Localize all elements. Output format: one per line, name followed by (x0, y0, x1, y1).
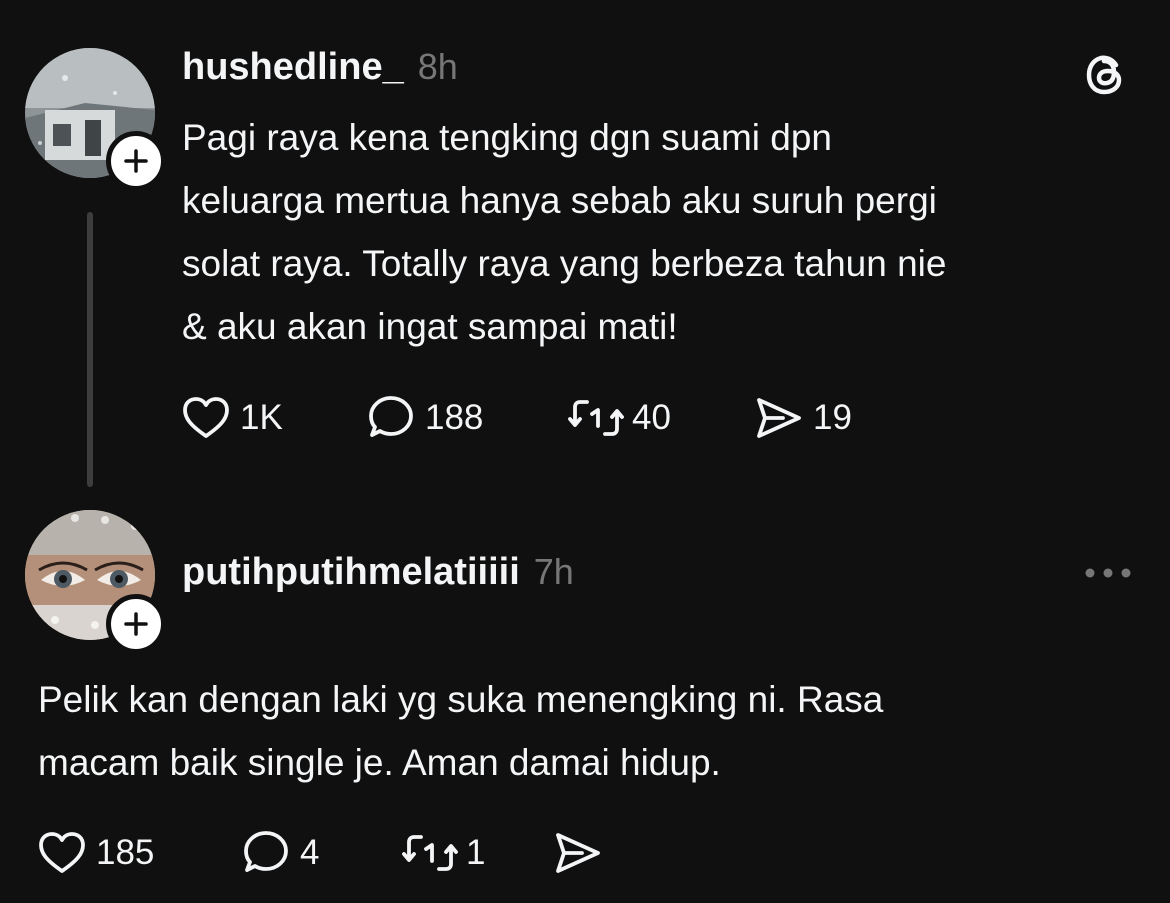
comment-icon (244, 831, 288, 872)
reply-count: 4 (300, 833, 320, 872)
share-count: 19 (813, 398, 852, 437)
post-line: & aku akan ingat sampai mati! (182, 306, 678, 347)
repost-icon (402, 835, 458, 871)
repost-button[interactable]: 40 (568, 392, 753, 444)
follow-button-hushedline[interactable] (106, 131, 166, 191)
repost-icon (568, 400, 624, 436)
reply-header: putihputihmelatiiiii 7h (182, 551, 574, 594)
post-body: Pagi raya kena tengking dgn suami dpn ke… (182, 106, 946, 358)
share-button[interactable]: 19 (753, 392, 852, 444)
plus-icon (124, 612, 148, 636)
reply-button[interactable]: 188 (365, 392, 568, 444)
post-header: hushedline_ 8h (182, 46, 458, 89)
comment-icon (369, 396, 413, 437)
send-icon (757, 398, 801, 438)
reply-line: macam baik single je. Aman damai hidup. (38, 742, 721, 783)
reply-timestamp: 7h (533, 551, 574, 592)
reply-count: 188 (425, 398, 484, 437)
send-icon (556, 833, 600, 873)
repost-count: 1 (466, 833, 486, 872)
like-button[interactable]: 1K (180, 392, 365, 444)
threads-logo-icon[interactable] (1082, 51, 1130, 104)
like-button[interactable]: 185 (36, 827, 240, 879)
post-username[interactable]: hushedline_ (182, 46, 404, 89)
more-options-icon[interactable] (1084, 564, 1132, 587)
like-count: 185 (96, 833, 155, 872)
post-line: solat raya. Totally raya yang berbeza ta… (182, 243, 947, 284)
reply-username[interactable]: putihputihmelatiiiii (182, 551, 520, 594)
follow-button-putihputihmelatiiiii[interactable] (106, 594, 166, 654)
like-count: 1K (240, 398, 283, 437)
heart-icon (39, 832, 85, 873)
reply-button[interactable]: 4 (240, 827, 402, 879)
plus-icon (124, 149, 148, 173)
post-line: keluarga mertua hanya sebab aku suruh pe… (182, 180, 937, 221)
post-actions: 1K 188 40 19 (180, 392, 852, 444)
post-timestamp: 8h (417, 46, 458, 87)
share-button[interactable] (552, 827, 612, 879)
repost-button[interactable]: 1 (402, 827, 552, 879)
post-line: Pagi raya kena tengking dgn suami dpn (182, 117, 832, 158)
thread-connector-line (87, 212, 93, 487)
reply-line: Pelik kan dengan laki yg suka menengking… (38, 679, 884, 720)
repost-count: 40 (632, 398, 671, 437)
reply-body: Pelik kan dengan laki yg suka menengking… (38, 668, 883, 794)
heart-icon (183, 397, 229, 438)
reply-actions: 185 4 1 (36, 827, 612, 879)
